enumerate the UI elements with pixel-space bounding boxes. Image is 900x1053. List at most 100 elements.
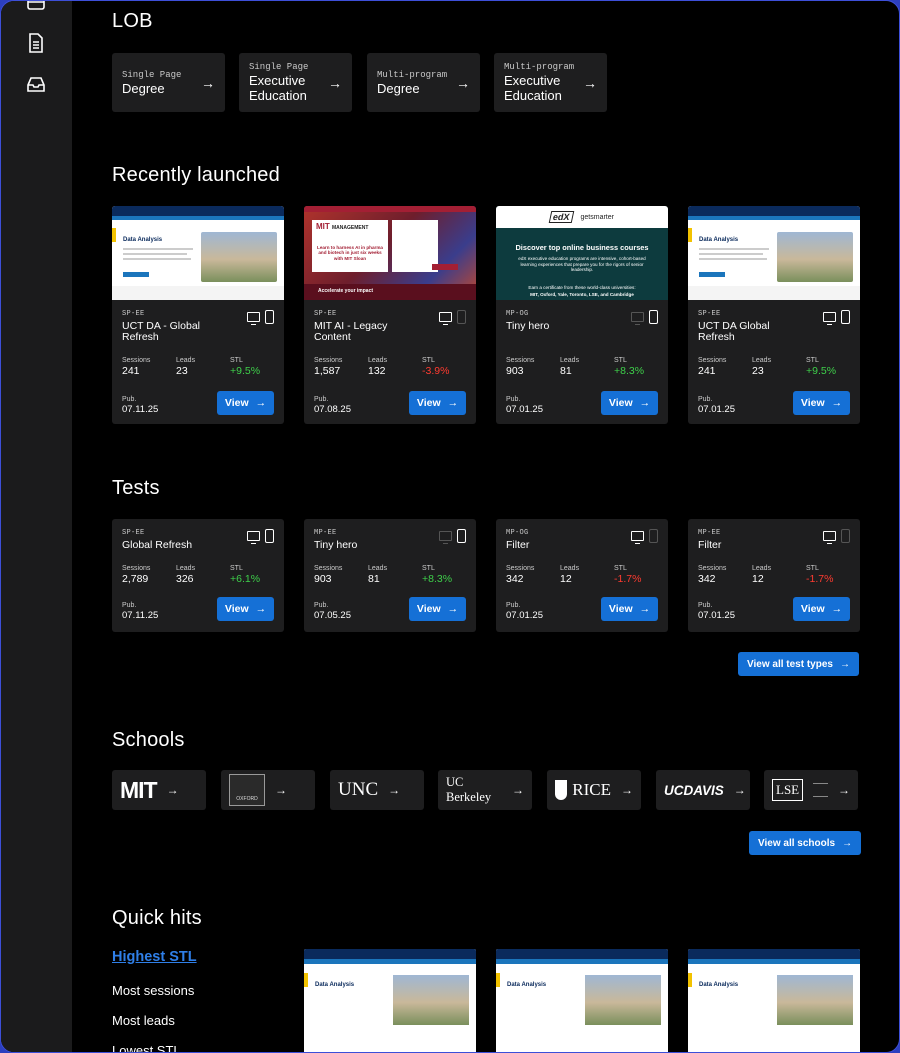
pub-label: Pub. bbox=[314, 396, 329, 403]
test-card[interactable]: MP-EE Tiny hero Sessions 903 Leads 81 STL +… bbox=[304, 519, 476, 632]
lob-card-sp-degree[interactable]: Single Page Degree → bbox=[112, 53, 225, 112]
pub-label: Pub. bbox=[506, 602, 521, 609]
lob-card-big: Degree bbox=[122, 80, 165, 96]
desktop-icon bbox=[823, 531, 836, 544]
lob-card-mp-degree[interactable]: Multi-program Degree → bbox=[367, 53, 480, 112]
arrow-right-icon: → bbox=[639, 603, 651, 615]
ucdavis-logo: UCDAVIS bbox=[664, 782, 724, 798]
arrow-right-icon: → bbox=[839, 658, 850, 670]
school-lse[interactable]: LSE → bbox=[764, 770, 858, 810]
mobile-icon bbox=[649, 529, 658, 543]
test-card[interactable]: SP-EE Global Refresh Sessions 2,789 Leads… bbox=[112, 519, 284, 632]
sessions-value: 2,789 bbox=[122, 573, 149, 585]
thumb-heading: Data Analysis bbox=[315, 982, 355, 988]
list-icon[interactable] bbox=[25, 0, 47, 15]
view-button[interactable]: View → bbox=[601, 391, 658, 415]
recent-card[interactable]: edX getsmarter Discover top online busin… bbox=[496, 206, 668, 424]
thumb-heading: Data Analysis bbox=[699, 982, 739, 988]
view-button[interactable]: View → bbox=[217, 391, 274, 415]
app-window: LOB Single Page Degree → Single Page Execut… bbox=[0, 0, 900, 1053]
view-button[interactable]: View → bbox=[217, 597, 274, 621]
quick-hit-thumbnail[interactable]: Data Analysis bbox=[496, 949, 668, 1052]
sessions-value: 903 bbox=[506, 365, 524, 377]
view-button[interactable]: View → bbox=[409, 391, 466, 415]
quick-hit-highest-stl[interactable]: Highest STL bbox=[112, 949, 197, 965]
leads-label: Leads bbox=[752, 357, 772, 364]
card-title: MIT AI - Legacy Content bbox=[314, 320, 388, 343]
test-card[interactable]: MP-OG Filter Sessions 342 Leads 12 STL -1.7… bbox=[496, 519, 668, 632]
view-button-label: View bbox=[224, 397, 249, 409]
recent-card[interactable]: MIT MANAGEMENT Learn to harness AI in ph… bbox=[304, 206, 476, 424]
school-rice[interactable]: RICE → bbox=[547, 770, 641, 810]
card-title: UCT DA - Global Refresh bbox=[122, 320, 200, 343]
school-ucdavis[interactable]: UCDAVIS → bbox=[656, 770, 750, 810]
lse-wordmark-icon bbox=[813, 783, 828, 797]
sessions-label: Sessions bbox=[698, 357, 727, 364]
section-title-tests: Tests bbox=[112, 477, 160, 499]
view-button[interactable]: View → bbox=[793, 597, 850, 621]
school-berkeley[interactable]: UC Berkeley → bbox=[438, 770, 532, 810]
view-button[interactable]: View → bbox=[601, 597, 658, 621]
mobile-icon bbox=[265, 310, 274, 324]
leads-value: 23 bbox=[752, 365, 764, 377]
quick-hit-most-sessions[interactable]: Most sessions bbox=[112, 983, 194, 998]
view-all-test-types-label: View all test types bbox=[747, 658, 833, 670]
arrow-right-icon: → bbox=[733, 783, 746, 797]
leads-value: 81 bbox=[560, 365, 572, 377]
lob-card-small: Single Page bbox=[249, 62, 309, 72]
arrow-right-icon: → bbox=[512, 783, 524, 797]
sessions-value: 241 bbox=[122, 365, 140, 377]
berkeley-logo: UC Berkeley bbox=[446, 775, 492, 804]
inbox-icon[interactable] bbox=[25, 73, 47, 95]
lob-card-sp-exec-ed[interactable]: Single Page Executive Education → bbox=[239, 53, 352, 112]
arrow-right-icon: → bbox=[456, 74, 470, 91]
test-card[interactable]: MP-EE Filter Sessions 342 Leads 12 STL -1.7… bbox=[688, 519, 860, 632]
desktop-icon bbox=[247, 531, 260, 544]
view-all-test-types-button[interactable]: View all test types → bbox=[738, 652, 859, 676]
lob-card-small: Multi-program bbox=[377, 69, 448, 80]
page-thumbnail: MIT MANAGEMENT Learn to harness AI in ph… bbox=[304, 206, 476, 300]
recent-card[interactable]: Data Analysis SP-EE UCT DA - Global Refr… bbox=[112, 206, 284, 424]
school-mit[interactable]: MIT → bbox=[112, 770, 206, 810]
leads-value: 81 bbox=[368, 573, 380, 585]
card-title: Tiny hero bbox=[506, 320, 550, 332]
view-button-label: View bbox=[608, 603, 633, 615]
quick-hit-thumbnail[interactable]: Data Analysis bbox=[688, 949, 860, 1052]
desktop-icon bbox=[439, 531, 452, 544]
lob-card-mp-exec-ed[interactable]: Multi-program Executive Education → bbox=[494, 53, 607, 112]
desktop-icon bbox=[439, 312, 452, 325]
arrow-right-icon: → bbox=[831, 603, 843, 615]
sessions-value: 1,587 bbox=[314, 365, 341, 377]
view-button[interactable]: View → bbox=[409, 597, 466, 621]
arrow-right-icon: → bbox=[328, 74, 342, 91]
quick-hit-most-leads[interactable]: Most leads bbox=[112, 1013, 175, 1028]
main-content: LOB Single Page Degree → Single Page Execut… bbox=[72, 1, 899, 1052]
sessions-label: Sessions bbox=[698, 565, 727, 572]
school-unc[interactable]: UNC → bbox=[330, 770, 424, 810]
pub-date: 07.05.25 bbox=[314, 610, 351, 621]
pub-date: 07.01.25 bbox=[698, 610, 735, 621]
leads-label: Leads bbox=[368, 357, 388, 364]
mobile-icon bbox=[457, 310, 466, 324]
lob-card-big: Executive Education bbox=[249, 73, 307, 103]
view-all-schools-button[interactable]: View all schools → bbox=[749, 831, 862, 855]
leads-label: Leads bbox=[560, 357, 580, 364]
stl-value: -3.9% bbox=[422, 365, 450, 377]
thumb-sub: MANAGEMENT bbox=[332, 225, 369, 231]
recent-card[interactable]: Data Analysis SP-EE UCT DA Global Refres… bbox=[688, 206, 860, 424]
leads-value: 23 bbox=[176, 365, 188, 377]
leads-value: 132 bbox=[368, 365, 386, 377]
thumb-brand: MIT bbox=[316, 222, 330, 231]
view-button-label: View bbox=[800, 603, 825, 615]
mit-logo: MIT bbox=[120, 776, 158, 803]
view-button[interactable]: View → bbox=[793, 391, 850, 415]
quick-hit-lowest-stl[interactable]: Lowest STL bbox=[112, 1043, 181, 1052]
section-title-recent: Recently launched bbox=[112, 164, 280, 186]
thumb-body: edX executive education programs are int… bbox=[518, 256, 646, 273]
school-oxford[interactable]: OXFORD → bbox=[221, 770, 315, 810]
lse-logo: LSE bbox=[772, 779, 804, 801]
quick-hit-thumbnail[interactable]: Data Analysis bbox=[304, 949, 476, 1052]
document-icon[interactable] bbox=[25, 32, 47, 54]
stl-label: STL bbox=[230, 565, 243, 572]
arrow-right-icon: → bbox=[201, 74, 215, 91]
